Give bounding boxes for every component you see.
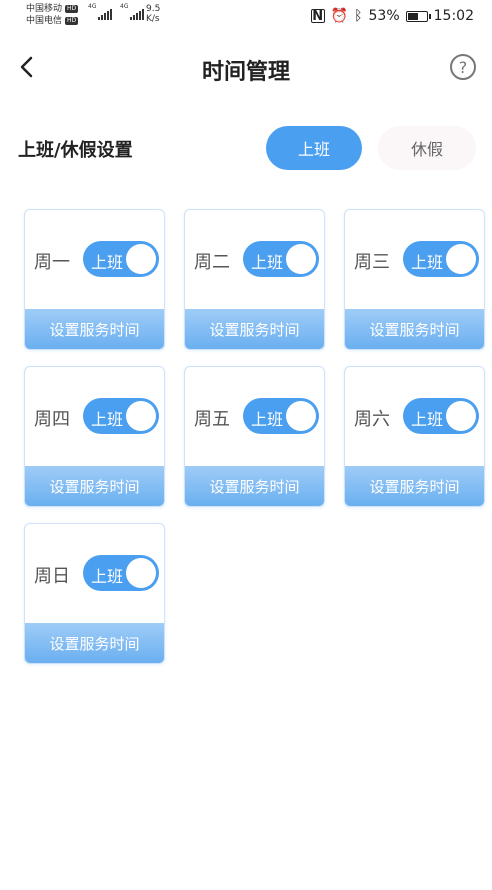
day-card-thursday: 周四 上班 设置服务时间 — [24, 366, 165, 507]
day-label: 周二 — [194, 252, 230, 273]
day-card-saturday: 周六 上班 设置服务时间 — [344, 366, 485, 507]
day-card-sunday: 周日 上班 设置服务时间 — [24, 523, 165, 664]
day-card-tuesday: 周二 上班 设置服务时间 — [184, 209, 325, 350]
toggle-label: 上班 — [411, 253, 444, 272]
set-service-time-button[interactable]: 设置服务时间 — [345, 309, 484, 349]
work-toggle[interactable]: 上班 — [83, 398, 159, 434]
work-toggle[interactable]: 上班 — [243, 241, 319, 277]
battery-percent: 53% — [368, 8, 400, 24]
set-service-time-button[interactable]: 设置服务时间 — [25, 466, 164, 506]
day-label: 周三 — [354, 252, 390, 273]
toggle-label: 上班 — [251, 410, 284, 429]
signal-icon: 4G — [88, 3, 112, 20]
status-bar: 中国移动 HD 中国电信 HD 4G 4G 9.5 K/s N ⏰ ᛒ 53% 15… — [0, 0, 492, 34]
alarm-icon: ⏰ — [330, 8, 349, 24]
carrier-1: 中国移动 — [26, 4, 63, 14]
work-toggle[interactable]: 上班 — [83, 555, 159, 591]
network-speed: 9.5 K/s — [146, 4, 161, 24]
toggle-knob — [446, 401, 476, 431]
hd-badge: HD — [65, 17, 79, 25]
app-header: 时间管理 ? — [0, 44, 492, 90]
status-right: N ⏰ ᛒ 53% 15:02 — [310, 8, 474, 24]
signal-icon: 4G — [120, 3, 144, 20]
carrier-2: 中国电信 — [26, 16, 63, 26]
toggle-knob — [126, 244, 156, 274]
toggle-label: 上班 — [91, 567, 124, 586]
set-service-time-button[interactable]: 设置服务时间 — [25, 623, 164, 663]
toggle-knob — [286, 244, 316, 274]
day-card-wednesday: 周三 上班 设置服务时间 — [344, 209, 485, 350]
nfc-icon: N — [310, 8, 325, 24]
toggle-knob — [126, 558, 156, 588]
set-service-time-button[interactable]: 设置服务时间 — [25, 309, 164, 349]
toggle-label: 上班 — [251, 253, 284, 272]
day-label: 周六 — [354, 409, 390, 430]
help-button[interactable]: ? — [450, 54, 476, 80]
toggle-label: 上班 — [91, 410, 124, 429]
set-service-time-button[interactable]: 设置服务时间 — [345, 466, 484, 506]
signal-indicators: 4G 4G — [88, 3, 144, 20]
carrier-info: 中国移动 HD 中国电信 HD — [26, 3, 79, 27]
question-icon: ? — [458, 57, 468, 77]
page-title: 时间管理 — [201, 60, 290, 85]
work-toggle[interactable]: 上班 — [403, 398, 479, 434]
toggle-knob — [126, 401, 156, 431]
toggle-label: 上班 — [411, 410, 444, 429]
day-label: 周一 — [34, 252, 70, 273]
work-toggle[interactable]: 上班 — [243, 398, 319, 434]
day-label: 周日 — [34, 566, 70, 587]
set-service-time-button[interactable]: 设置服务时间 — [185, 309, 324, 349]
work-vacation-setting-label: 上班/休假设置 — [18, 140, 133, 161]
work-option-button[interactable]: 上班 — [266, 126, 362, 170]
set-service-time-button[interactable]: 设置服务时间 — [185, 466, 324, 506]
bluetooth-icon: ᛒ — [354, 8, 363, 24]
hd-badge: HD — [65, 5, 79, 13]
vacation-option-button[interactable]: 休假 — [378, 126, 476, 170]
toggle-label: 上班 — [91, 253, 124, 272]
day-label: 周五 — [194, 409, 230, 430]
battery-icon — [405, 10, 431, 22]
toggle-knob — [446, 244, 476, 274]
clock-time: 15:02 — [433, 8, 474, 24]
day-card-friday: 周五 上班 设置服务时间 — [184, 366, 325, 507]
work-toggle[interactable]: 上班 — [403, 241, 479, 277]
day-card-monday: 周一 上班 设置服务时间 — [24, 209, 165, 350]
day-label: 周四 — [34, 409, 70, 430]
toggle-knob — [286, 401, 316, 431]
work-toggle[interactable]: 上班 — [83, 241, 159, 277]
